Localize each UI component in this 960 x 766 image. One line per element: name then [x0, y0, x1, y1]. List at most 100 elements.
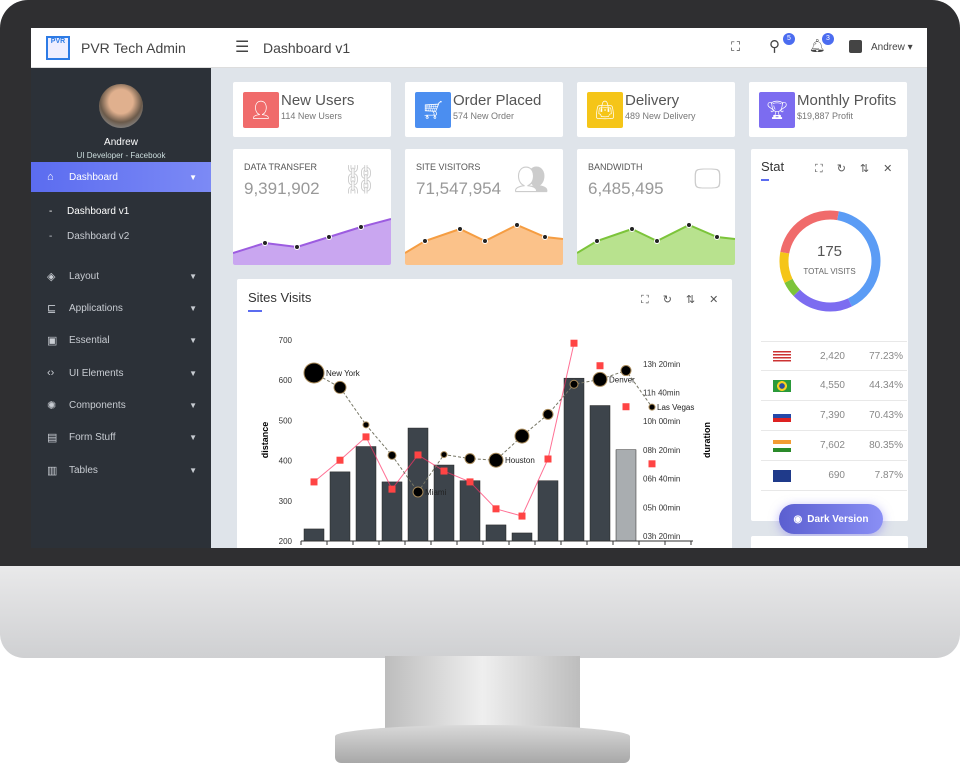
sidebar-item-essential[interactable]: ▣ Essential ▼: [31, 325, 211, 355]
bar: [589, 405, 611, 542]
sparkline-point: [514, 222, 520, 228]
screen: PVR PVR Tech Admin ☰ Dashboard v1 ⛶ ⚲ 5 …: [31, 28, 927, 548]
sidebar-item-applications[interactable]: ⊑ Applications ▼: [31, 293, 211, 323]
bubble-label: New York: [326, 369, 361, 378]
country-percent: 77.23%: [869, 351, 903, 362]
page-title: Dashboard v1: [263, 40, 351, 56]
country-row: 4,550 44.34%: [761, 371, 907, 401]
monitor-stand: [385, 656, 580, 736]
panel-tools: ⛶ ↻ ⇅ ✕: [801, 159, 892, 177]
red-point: [310, 478, 318, 486]
sidebar-item-dashboard-v1[interactable]: - Dashboard v1: [31, 200, 211, 222]
bubble-point: [333, 380, 347, 394]
layers-icon: ◈: [47, 270, 56, 283]
donut-segment: [779, 210, 881, 312]
bubble-label: Houston: [505, 456, 535, 465]
card-subtitle: 489 New Delivery: [625, 111, 696, 121]
bar: [511, 532, 533, 542]
bubble-point: [464, 453, 476, 465]
card-title: New Users: [281, 92, 355, 109]
bubble-point: [440, 451, 448, 459]
sidebar-item-components[interactable]: ✺ Components ▼: [31, 390, 211, 420]
us-flag: [773, 351, 791, 363]
sparkline-area: [577, 222, 735, 265]
bag-icon: 👜︎: [587, 92, 623, 128]
sidebar-item-layout[interactable]: ◈ Layout ▼: [31, 261, 211, 291]
country-percent: 44.34%: [869, 380, 903, 391]
sidebar-item-tables[interactable]: ▥ Tables ▼: [31, 455, 211, 485]
monitor-icon: 🖵︎: [694, 163, 721, 194]
stat-label: SITE VISITORS: [416, 162, 481, 172]
stat-label: DATA TRANSFER: [244, 162, 318, 172]
collapse-icon[interactable]: ⇅: [860, 163, 869, 175]
search-icon[interactable]: ⚲: [769, 37, 780, 55]
bar: [355, 446, 377, 542]
bubble-point: [303, 362, 325, 384]
donut-segment: [779, 210, 881, 312]
profile-name: Andrew: [104, 137, 138, 148]
sidebar-item-label: Dashboard v2: [67, 230, 130, 242]
red-point: [544, 455, 552, 463]
donut-segment: [779, 210, 881, 312]
sparkline-point: [482, 238, 488, 244]
red-point: [388, 485, 396, 493]
sidebar-item-label: Form Stuff: [69, 431, 116, 443]
expand-icon[interactable]: ⛶: [815, 163, 823, 175]
top-bar: PVR PVR Tech Admin ☰ Dashboard v1 ⛶ ⚲ 5 …: [31, 28, 927, 68]
chevron-down-icon: ▼: [189, 368, 197, 378]
user-avatar-icon[interactable]: [849, 40, 862, 53]
info-card-monthly-profits[interactable]: 🏆︎ Monthly Profits $19,887 Profit: [749, 82, 907, 137]
info-card-new-users[interactable]: 👤︎ New Users 114 New Users: [233, 82, 391, 137]
bar: [329, 471, 351, 542]
table-icon: ▥: [47, 464, 58, 477]
close-icon[interactable]: ✕: [883, 163, 892, 175]
country-row: 2,420 77.23%: [761, 341, 907, 371]
code-icon: ‹›: [47, 367, 55, 379]
sidebar-item-dashboard-v2[interactable]: - Dashboard v2: [31, 225, 211, 247]
bubble-point: [569, 379, 579, 389]
info-card-delivery[interactable]: 👜︎ Delivery 489 New Delivery: [577, 82, 735, 137]
essential-icon: ▣: [47, 334, 58, 347]
logo: PVR: [46, 36, 70, 60]
bell-badge: 3: [822, 33, 834, 45]
home-icon: ⌂: [47, 171, 54, 183]
sidebar-item-label: Dashboard: [69, 171, 118, 183]
sidebar-item-label: Dashboard v1: [67, 205, 130, 217]
stat-card-data-transfer: DATA TRANSFER 9,391,902 ⛓: [233, 149, 391, 265]
sparkline-point: [629, 226, 635, 232]
sidebar-item-label: Tables: [69, 464, 98, 476]
refresh-icon[interactable]: ↻: [837, 163, 846, 175]
dark-version-button[interactable]: ◉ Dark Version: [779, 504, 883, 534]
sidebar-item-form-stuff[interactable]: ▤ Form Stuff ▼: [31, 422, 211, 452]
country-percent: 80.35%: [869, 440, 903, 451]
y2-tick-label: 10h 00min: [643, 417, 680, 426]
fullscreen-icon[interactable]: ⛶: [731, 39, 740, 55]
info-card-order-placed[interactable]: 🛒︎ Order Placed 574 New Order: [405, 82, 563, 137]
bubble-label: Las Vegas: [657, 403, 694, 412]
red-point: [440, 467, 448, 475]
red-point: [570, 339, 578, 347]
panel-below: [751, 536, 908, 548]
ru-flag: [773, 410, 791, 422]
link-icon: ⛓: [341, 164, 377, 195]
card-subtitle: 114 New Users: [281, 111, 342, 121]
country-row: 7,390 70.43%: [761, 401, 907, 431]
sidebar-item-dashboard[interactable]: ⌂ Dashboard ▼: [31, 162, 211, 192]
bubble-point: [514, 428, 530, 444]
bar: [303, 528, 325, 542]
apps-icon: ⊑: [47, 302, 57, 315]
card-title: Delivery: [625, 92, 680, 109]
sparkline-point: [654, 238, 660, 244]
bar: [433, 464, 455, 542]
y2-tick-label: 08h 20min: [643, 446, 680, 455]
sidebar-item-ui-elements[interactable]: ‹› UI Elements ▼: [31, 358, 211, 388]
sparkline-point: [457, 226, 463, 232]
card-subtitle: 574 New Order: [453, 111, 515, 121]
bar: [485, 524, 507, 542]
bubble-point: [412, 486, 424, 498]
chevron-down-icon: ▼: [189, 465, 197, 475]
app-title: PVR Tech Admin: [81, 40, 186, 56]
y-tick-label: 600: [279, 376, 293, 385]
user-menu[interactable]: Andrew ▾: [871, 42, 913, 53]
menu-icon[interactable]: ☰: [235, 37, 249, 57]
